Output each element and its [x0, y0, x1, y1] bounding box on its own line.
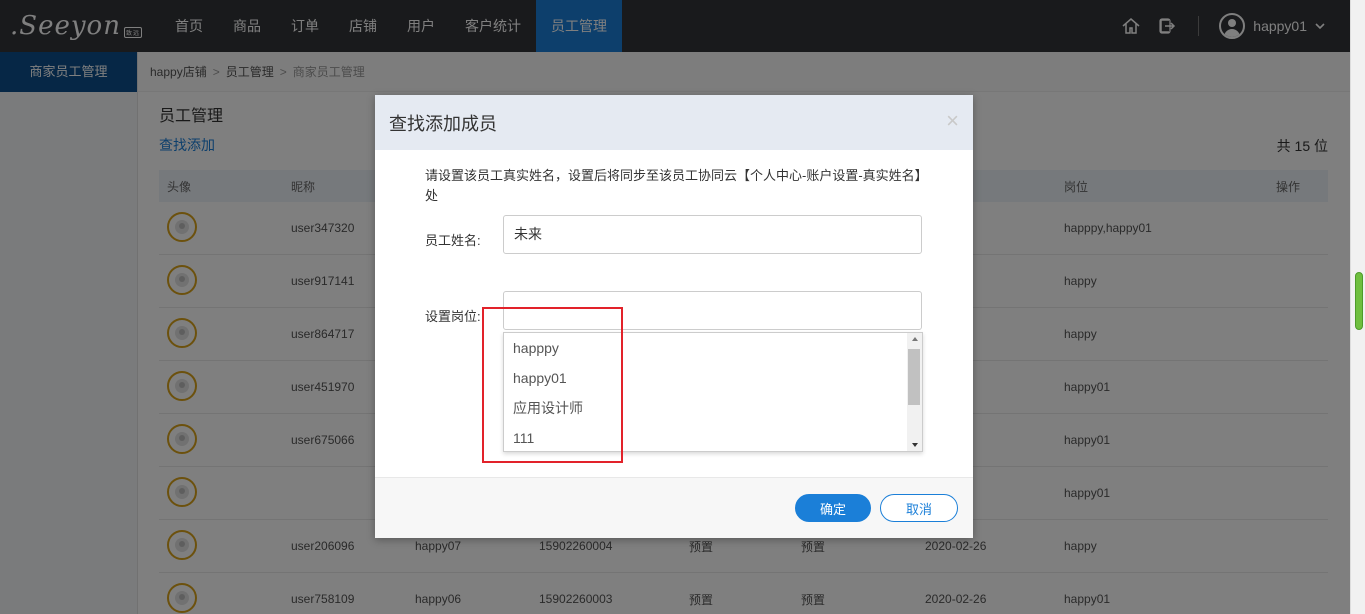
close-icon[interactable]: ×	[946, 110, 959, 132]
position-option[interactable]: 111	[504, 423, 922, 453]
page-scrollbar[interactable]	[1350, 0, 1365, 614]
position-dropdown: happpy happy01 应用设计师 111	[503, 332, 923, 452]
scroll-up-icon[interactable]	[912, 337, 918, 341]
cancel-button[interactable]: 取消	[880, 494, 958, 522]
dropdown-scrollbar[interactable]	[907, 333, 922, 451]
position-option[interactable]: happy01	[504, 363, 922, 393]
confirm-button[interactable]: 确定	[795, 494, 871, 522]
page-scrollbar-thumb[interactable]	[1355, 272, 1363, 330]
find-add-member-dialog: 查找添加成员 × 请设置该员工真实姓名，设置后将同步至该员工协同云【个人中心-账…	[375, 95, 973, 538]
employee-name-input[interactable]: 未来	[503, 215, 922, 254]
real-name-notice: 请设置该员工真实姓名，设置后将同步至该员工协同云【个人中心-账户设置-真实姓名】…	[425, 168, 922, 203]
dialog-header: 查找添加成员 ×	[375, 95, 973, 150]
scroll-down-icon[interactable]	[912, 443, 918, 447]
dialog-title: 查找添加成员	[389, 113, 497, 134]
dropdown-scrollbar-thumb[interactable]	[908, 349, 920, 405]
employee-name-label: 员工姓名:	[425, 233, 481, 248]
dialog-footer: 确定 取消	[375, 477, 973, 538]
position-option[interactable]: happpy	[504, 333, 922, 363]
position-label: 设置岗位:	[425, 309, 481, 324]
position-option[interactable]: 应用设计师	[504, 393, 922, 423]
position-input[interactable]	[503, 291, 922, 330]
